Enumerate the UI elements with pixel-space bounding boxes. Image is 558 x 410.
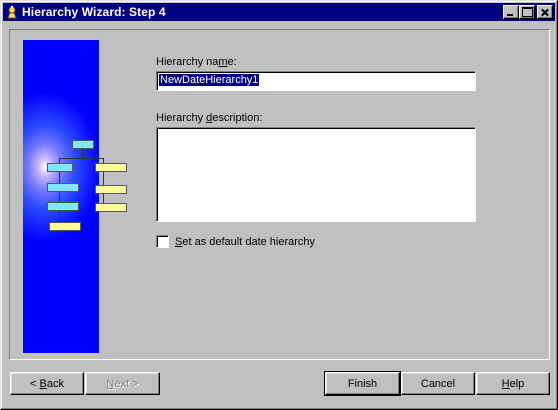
finish-button[interactable]: Finish: [324, 371, 401, 396]
default-date-hierarchy-row[interactable]: Set as default date hierarchy: [156, 235, 315, 248]
wizard-icon: [5, 5, 19, 19]
tree-node-icon: [47, 163, 73, 172]
hierarchy-name-input[interactable]: NewDateHierarchy1: [156, 71, 476, 91]
next-button[interactable]: Next >: [85, 372, 160, 395]
default-date-hierarchy-checkbox[interactable]: [156, 235, 169, 248]
wizard-content: Hierarchy name: NewDateHierarchy1 Hierar…: [9, 29, 550, 360]
tree-node-icon: [95, 185, 127, 194]
back-button[interactable]: < Back: [10, 372, 84, 395]
hierarchy-description-textarea[interactable]: [156, 127, 476, 222]
tree-node-icon: [47, 183, 79, 192]
hierarchy-name-value: NewDateHierarchy1: [159, 74, 260, 86]
hierarchy-description-label: Hierarchy description:: [156, 112, 263, 124]
cancel-button[interactable]: Cancel: [401, 372, 475, 395]
window-title: Hierarchy Wizard: Step 4: [22, 5, 166, 19]
close-icon[interactable]: [537, 5, 553, 19]
tree-node-icon: [72, 140, 94, 149]
hierarchy-name-label: Hierarchy name:: [156, 56, 237, 68]
help-button[interactable]: Help: [476, 372, 550, 395]
default-date-hierarchy-label[interactable]: Set as default date hierarchy: [175, 236, 315, 248]
title-bar[interactable]: Hierarchy Wizard: Step 4: [3, 3, 555, 21]
tree-node-icon: [47, 202, 79, 211]
tree-node-icon: [95, 163, 127, 172]
maximize-icon[interactable]: [519, 5, 535, 19]
tree-node-icon: [95, 203, 127, 212]
hierarchy-illustration: [23, 40, 127, 353]
wizard-window: Hierarchy Wizard: Step 4 Hierarchy name:: [0, 0, 558, 410]
minimize-icon[interactable]: [503, 5, 519, 19]
tree-node-icon: [49, 222, 81, 231]
